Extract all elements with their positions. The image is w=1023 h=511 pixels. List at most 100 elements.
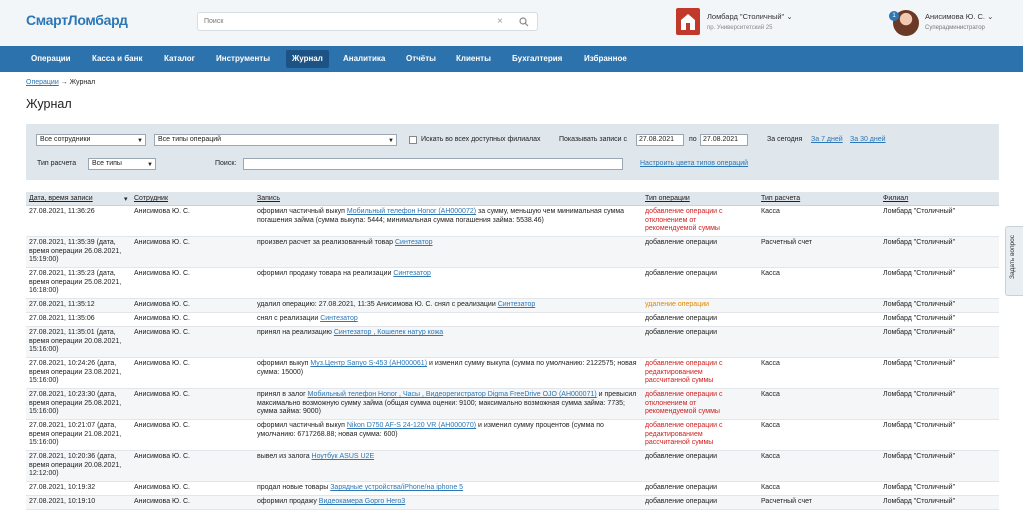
employee-select[interactable]: Все сотрудники ▼ <box>36 134 146 146</box>
search-input[interactable] <box>198 13 498 30</box>
row-date: 27.08.2021, 11:35:12 <box>29 301 95 308</box>
column-header-employee[interactable]: Сотрудник <box>134 195 168 202</box>
date-to-input[interactable]: 27.08.2021 <box>700 134 748 146</box>
row-employee: Анисимова Ю. С. <box>134 329 190 336</box>
last-7-days-link[interactable]: За 7 дней <box>811 136 843 143</box>
record-item-link[interactable]: Синтезатор <box>320 315 358 322</box>
column-header-operation-type[interactable]: Тип операции <box>645 195 690 202</box>
chevron-down-icon: ▼ <box>137 138 143 144</box>
table-row[interactable]: 27.08.2021, 10:21:07 (дата, время операц… <box>26 420 999 451</box>
record-item-link[interactable]: Синтезатор <box>498 301 536 308</box>
record-item-link[interactable]: Ноутбук ASUS U2E <box>312 453 375 460</box>
operation-type-select[interactable]: Все типы операций ▼ <box>154 134 397 146</box>
record-item-link[interactable]: Синтезатор <box>393 270 431 277</box>
configure-colors-link[interactable]: Настроить цвета типов операций <box>640 160 748 167</box>
table-row[interactable]: 27.08.2021, 11:35:01 (дата, время операц… <box>26 327 999 358</box>
record-item-link[interactable]: Мобильный телефон Honor (АН000072) <box>347 208 476 215</box>
record-text: удалил операцию: 27.08.2021, 11:35 Аниси… <box>257 301 498 308</box>
row-operation-type: добавление операции <box>645 315 718 322</box>
app-logo[interactable]: СмартЛомбард <box>26 12 128 28</box>
show-records-label: Показывать записи с <box>559 136 628 143</box>
record-text: оформил выкуп <box>257 360 311 367</box>
store-address: пр. Университетский 25 <box>707 25 773 31</box>
row-operation-type: добавление операции с редактированием ра… <box>645 422 723 446</box>
row-employee: Анисимова Ю. С. <box>134 360 190 367</box>
nav-item-catalog[interactable]: Каталог <box>158 50 201 68</box>
record-item-link[interactable]: Nikon D750 AF-S 24-120 VR (АН000070) <box>347 422 476 429</box>
row-record: снял с реализации Синтезатор <box>257 315 637 324</box>
nav-item-journal[interactable]: Журнал <box>286 50 329 68</box>
ask-question-tab[interactable]: Задать вопрос <box>1005 226 1023 296</box>
breadcrumb-link-operations[interactable]: Операции <box>26 79 59 86</box>
record-text: оформил продажу товара на реализации <box>257 270 394 277</box>
record-item-link[interactable]: Синтезатор <box>395 239 433 246</box>
journal-search-input[interactable] <box>243 158 623 170</box>
column-header-calc-type[interactable]: Тип расчета <box>761 195 800 202</box>
row-operation-type: добавление операции <box>645 453 718 460</box>
user-name[interactable]: Анисимова Ю. С. ⌄ <box>925 12 993 21</box>
nav-item-cash-bank[interactable]: Касса и банк <box>86 50 148 68</box>
chevron-down-icon: ⌄ <box>786 12 793 21</box>
last-30-days-link[interactable]: За 30 дней <box>850 136 886 143</box>
row-date: 27.08.2021, 10:21:07 (дата, время операц… <box>29 422 122 446</box>
record-item-link[interactable]: Видеокамера Gopro Hero3 <box>319 498 405 505</box>
row-record: оформил продажу товара на реализации Син… <box>257 270 637 279</box>
record-item-link[interactable]: Муз.Центр Sanyo S-453 (АН000061) <box>310 360 427 367</box>
record-item-link[interactable]: Мобильный телефон Honor , Часы , Видеоре… <box>308 391 597 398</box>
row-date: 27.08.2021, 10:23:30 (дата, время операц… <box>29 391 122 415</box>
row-branch: Ломбард "Столичный" <box>883 208 956 215</box>
nav-item-clients[interactable]: Клиенты <box>450 50 497 68</box>
record-text: вывел из залога <box>257 453 312 460</box>
row-branch: Ломбард "Столичный" <box>883 484 956 491</box>
today-link[interactable]: За сегодня <box>767 136 802 143</box>
record-text: произвел расчет за реализованный товар <box>257 239 395 246</box>
nav-item-tools[interactable]: Инструменты <box>210 50 276 68</box>
table-row[interactable]: 27.08.2021, 11:36:26 Анисимова Ю. С. оформ… <box>26 206 999 237</box>
nav-item-accounting[interactable]: Бухгалтерия <box>506 50 568 68</box>
row-branch: Ломбард "Столичный" <box>883 315 956 322</box>
date-from-input[interactable]: 27.08.2021 <box>636 134 684 146</box>
row-record: принял в залог Мобильный телефон Honor ,… <box>257 391 637 417</box>
breadcrumb-current: Журнал <box>69 79 96 86</box>
row-employee: Анисимова Ю. С. <box>134 498 190 505</box>
table-row[interactable]: 27.08.2021, 10:20:36 (дата, время операц… <box>26 451 999 482</box>
table-row[interactable]: 27.08.2021, 10:23:30 (дата, время операц… <box>26 389 999 420</box>
column-header-date[interactable]: Дата, время записи <box>29 195 93 202</box>
to-label: по <box>689 136 697 143</box>
table-row[interactable]: 27.08.2021, 10:24:26 (дата, время операц… <box>26 358 999 389</box>
row-date: 27.08.2021, 11:35:06 <box>29 315 95 322</box>
column-header-record[interactable]: Запись <box>257 195 280 202</box>
table-row[interactable]: 27.08.2021, 11:35:12 Анисимова Ю. С. удали… <box>26 299 999 313</box>
row-record: удалил операцию: 27.08.2021, 11:35 Аниси… <box>257 301 637 310</box>
calc-type-select[interactable]: Все типы ▼ <box>88 158 156 170</box>
clear-icon[interactable]: × <box>497 16 503 27</box>
record-item-link[interactable]: Зарядные устройства/iPhone/на iphone 5 <box>330 484 463 491</box>
row-employee: Анисимова Ю. С. <box>134 315 190 322</box>
global-search[interactable]: × <box>197 12 538 31</box>
table-row[interactable]: 27.08.2021, 11:35:06 Анисимова Ю. С. снял … <box>26 313 999 327</box>
search-all-branches-checkbox[interactable] <box>409 136 417 144</box>
store-name[interactable]: Ломбард "Столичный" ⌄ <box>707 12 793 21</box>
nav-item-favorites[interactable]: Избранное <box>578 50 633 68</box>
sort-arrow-icon[interactable]: ▾ <box>124 195 128 203</box>
row-record: вывел из залога Ноутбук ASUS U2E <box>257 453 637 462</box>
row-calc-type: Расчетный счет <box>761 498 812 505</box>
table-row[interactable]: 27.08.2021, 10:19:10 Анисимова Ю. С. оформ… <box>26 496 999 510</box>
record-item-link[interactable]: Синтезатор , Кошелек натур кожа <box>334 329 443 336</box>
search-icon[interactable] <box>519 17 529 27</box>
row-employee: Анисимова Ю. С. <box>134 422 190 429</box>
notification-badge[interactable]: 1 <box>889 11 899 21</box>
column-header-branch[interactable]: Филиал <box>883 195 908 202</box>
row-operation-type: добавление операции с отклонением от рек… <box>645 391 723 415</box>
nav-item-analytics[interactable]: Аналитика <box>337 50 391 68</box>
table-row[interactable]: 27.08.2021, 11:35:39 (дата, время операц… <box>26 237 999 268</box>
record-text: оформил частичный выкуп <box>257 422 347 429</box>
row-calc-type: Касса <box>761 360 780 367</box>
row-date: 27.08.2021, 10:19:32 <box>29 484 96 491</box>
table-row[interactable]: 27.08.2021, 11:35:23 (дата, время операц… <box>26 268 999 299</box>
nav-item-reports[interactable]: Отчёты <box>400 50 442 68</box>
table-row[interactable]: 27.08.2021, 10:19:32 Анисимова Ю. С. прода… <box>26 482 999 496</box>
row-operation-type: добавление операции <box>645 498 718 505</box>
nav-item-operations[interactable]: Операции <box>25 50 77 68</box>
record-text: продал новые товары <box>257 484 331 491</box>
